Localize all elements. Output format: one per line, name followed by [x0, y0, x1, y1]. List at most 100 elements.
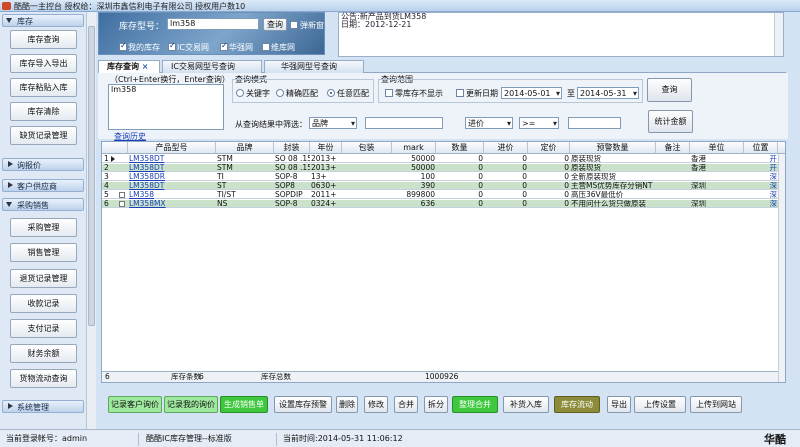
tidy-merge-button[interactable]: 整理合并: [452, 396, 498, 413]
sidebar-group-3[interactable]: 采购销售: [2, 198, 84, 211]
sidebar-scroll-thumb[interactable]: [88, 26, 95, 326]
column-header-package[interactable]: 封装: [274, 142, 310, 154]
check-ic-net[interactable]: [168, 41, 176, 51]
mode-any-label: 任意匹配: [337, 89, 369, 98]
footer-total-value: 1000926: [425, 373, 459, 381]
mode-any-radio[interactable]: [327, 89, 335, 97]
check-my-stock[interactable]: [119, 41, 127, 51]
sidebar-item-purchase-mgmt[interactable]: 采购管理: [10, 218, 77, 237]
sidebar-item-goods-flow-query[interactable]: 货物流动查询: [10, 369, 77, 388]
cell-model[interactable]: LM358DT: [128, 155, 216, 163]
chevron-down-icon: [6, 18, 12, 23]
column-header-mark[interactable]: mark: [392, 142, 436, 154]
date-to-picker[interactable]: 2014-05-31: [577, 87, 639, 99]
sidebar-item-return-records[interactable]: 退货记录管理: [10, 269, 77, 288]
sidebar-item-sales-mgmt[interactable]: 销售管理: [10, 243, 77, 262]
table-row[interactable]: 2 LM358DT STM SO 08 .15 2013+ 50000 0 0 0 原装现货 香港开: [102, 164, 778, 172]
cell-price: 0: [522, 182, 527, 190]
stats-amount-button[interactable]: 统计金额: [648, 110, 693, 133]
sidebar-item-receipt-records[interactable]: 收款记录: [10, 294, 77, 313]
update-date-label: 更新日期: [466, 89, 498, 98]
tab-ic-query[interactable]: IC交易网型号查询: [162, 60, 262, 73]
cell-year: 2013+: [311, 155, 337, 163]
log-my-inquiry-button[interactable]: 记录我的询价: [164, 396, 218, 413]
log-customer-inquiry-button[interactable]: 记录客户询价: [108, 396, 162, 413]
column-header-quantity[interactable]: 数量: [436, 142, 484, 154]
query-button[interactable]: 查询: [647, 78, 692, 102]
operator-select[interactable]: >=: [519, 117, 559, 129]
check-hqew[interactable]: [220, 41, 228, 51]
cell-model[interactable]: LM358DT: [128, 182, 216, 190]
filter-value-input[interactable]: [365, 117, 443, 129]
row-number: 2: [104, 164, 109, 172]
split-button[interactable]: 拆分: [424, 396, 448, 413]
cell-model[interactable]: LM358: [128, 191, 216, 199]
cell-warn: 0: [564, 182, 569, 190]
price-value-input[interactable]: [568, 117, 621, 129]
popup-checkbox[interactable]: [290, 21, 298, 29]
cell-model[interactable]: LM358MX: [128, 200, 216, 208]
restock-button[interactable]: 补货入库: [503, 396, 549, 413]
export-button[interactable]: 导出: [607, 396, 631, 413]
table-row[interactable]: 5 LM358 TI/ST SOPDIP 2011+ 899800 0 0 0 高压36V最低价深: [102, 191, 778, 199]
sidebar-group-4[interactable]: 系统管理: [2, 400, 84, 413]
tab-hqew-query[interactable]: 华强网型号查询: [264, 60, 364, 73]
sidebar-group-1[interactable]: 询报价: [2, 158, 84, 171]
table-row[interactable]: 3 LM358DR TI SOP-8 13+ 100 0 0 0 全新原装现货深: [102, 173, 778, 181]
column-header-desc[interactable]: 描述: [778, 142, 785, 154]
sidebar-item-payment-records[interactable]: 支付记录: [10, 319, 77, 338]
merge-button[interactable]: 合并: [394, 396, 418, 413]
column-header-model[interactable]: 产品型号: [128, 142, 216, 154]
price-field-select[interactable]: 进价: [465, 117, 513, 129]
zero-stock-checkbox[interactable]: [385, 89, 393, 97]
sidebar-item-stock-clear[interactable]: 库存清除: [10, 102, 77, 121]
tab-stock-query[interactable]: 库存查询 ×: [98, 60, 160, 74]
sidebar-item-shortage-records[interactable]: 缺货记录管理: [10, 126, 77, 145]
update-date-checkbox[interactable]: [456, 89, 464, 97]
stock-flow-button[interactable]: 库存流动: [554, 396, 600, 413]
column-header-packing[interactable]: 包装: [342, 142, 392, 154]
cell-model[interactable]: LM358DT: [128, 164, 216, 172]
check-weiku[interactable]: [262, 43, 270, 51]
cell-note: 原装现货: [571, 155, 601, 163]
mode-exact-radio[interactable]: [276, 89, 284, 97]
sidebar-item-stock-import-export[interactable]: 库存导入导出: [10, 54, 77, 73]
upload-settings-button[interactable]: 上传设置: [634, 396, 686, 413]
column-header-note[interactable]: 备注: [656, 142, 690, 154]
sidebar-item-stock-query[interactable]: 库存查询: [10, 30, 77, 49]
mode-keyword-radio[interactable]: [236, 89, 244, 97]
column-header-warn-qty[interactable]: 预警数量: [570, 142, 656, 154]
column-header-price[interactable]: 定价: [528, 142, 570, 154]
column-header-buy-price[interactable]: 进价: [484, 142, 528, 154]
upload-to-site-button[interactable]: 上传到网站: [690, 396, 742, 413]
column-header-unit[interactable]: 单位: [690, 142, 744, 154]
table-row[interactable]: 4 LM358DT ST SOP8 0630+ 390 0 0 0 主营MS优势库存分销NT 深圳深: [102, 182, 778, 190]
sidebar-group-2[interactable]: 客户供应商: [2, 179, 84, 192]
column-header-year[interactable]: 年份: [310, 142, 342, 154]
filter-field-select[interactable]: 品牌: [309, 117, 357, 129]
grid-scrollbar[interactable]: [778, 154, 785, 382]
cell-model[interactable]: LM358DR: [128, 173, 216, 181]
expand-icon[interactable]: [119, 192, 125, 198]
date-from-picker[interactable]: 2014-05-01: [501, 87, 562, 99]
delete-button[interactable]: 删除: [336, 396, 358, 413]
search-input[interactable]: lm358: [167, 18, 259, 30]
edit-button[interactable]: 修改: [364, 396, 388, 413]
sidebar-scrollbar[interactable]: [86, 12, 96, 429]
sidebar-group-0[interactable]: 库存: [2, 14, 84, 27]
query-textarea[interactable]: lm358: [108, 84, 224, 130]
close-icon[interactable]: ×: [142, 62, 149, 71]
search-query-button[interactable]: 查询: [263, 18, 287, 31]
notice-scrollbar[interactable]: [774, 13, 783, 56]
sidebar-group-label: 系统管理: [17, 403, 49, 412]
sidebar-item-stock-paste-in[interactable]: 库存粘贴入库: [10, 78, 77, 97]
column-header-brand[interactable]: 品牌: [216, 142, 274, 154]
sidebar-item-finance-balance[interactable]: 财务余额: [10, 344, 77, 363]
table-row[interactable]: 1 LM358DT STM SO 08 .15 2013+ 50000 0 0 0 原装现货 香港开: [102, 155, 778, 163]
table-row[interactable]: 6 LM358MX NS SOP-8 0324+ 636 0 0 0 不用问什么货只做原装 深圳深: [102, 200, 778, 208]
column-header-location[interactable]: 位置: [744, 142, 778, 154]
cell-brand: TI: [217, 173, 224, 181]
expand-icon[interactable]: [119, 201, 125, 207]
set-stock-alert-button[interactable]: 设置库存预警: [274, 396, 332, 413]
create-sales-order-button[interactable]: 生成销售单: [220, 396, 268, 413]
